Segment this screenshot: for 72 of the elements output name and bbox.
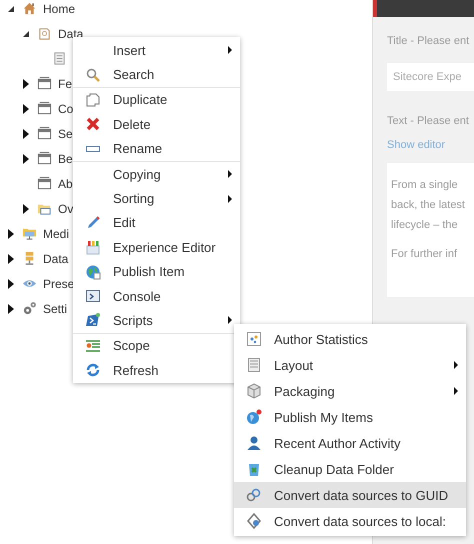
copy-icon [85,92,101,108]
window-icon [37,151,52,166]
tree-item[interactable]: Co [58,102,74,116]
document-icon [52,51,67,66]
submenu-arrow-icon [228,194,232,203]
menu-item[interactable]: Convert data sources to GUID [234,482,466,508]
expand-arrow-icon[interactable] [8,228,14,238]
window-icon [37,126,52,141]
tree-item[interactable]: Se [58,126,73,140]
menu-item[interactable]: Console [73,284,240,308]
refresh-icon [85,362,101,378]
paint-icon [85,239,101,256]
menu-item[interactable]: Cleanup Data Folder [234,456,466,482]
globe-icon [85,264,101,280]
package-icon [246,383,262,399]
window-icon [37,76,52,91]
menu-item[interactable]: Publish My Items [234,404,466,430]
menu-item[interactable]: Duplicate [73,88,240,112]
tree-item[interactable]: Prese [43,276,74,290]
user-icon [246,435,262,451]
pencil-icon [85,214,101,231]
menu-item[interactable]: Experience Editor [73,235,240,260]
expand-arrow-icon[interactable] [8,304,14,314]
script-icon [85,312,101,328]
media-folder-icon [22,226,37,241]
expand-arrow-icon[interactable] [23,128,29,138]
expand-arrow-icon[interactable] [23,154,29,164]
gears-icon [22,301,37,316]
tree-item[interactable]: Fe [58,76,72,90]
menu-item[interactable]: Edit [73,210,240,236]
menu-item[interactable]: Publish Item [73,260,240,284]
bin-icon [246,461,262,477]
field-label: Text - Please ent [387,115,470,129]
submenu-arrow-icon [454,387,458,395]
menu-item[interactable]: Rename [73,136,240,161]
window-icon [37,101,52,116]
tree-item[interactable]: Data [43,252,68,266]
expand-arrow-icon[interactable] [23,104,29,114]
expand-arrow-icon[interactable] [8,254,14,264]
collapse-arrow-icon[interactable] [23,30,29,36]
console-icon [85,288,101,304]
collapse-arrow-icon[interactable] [8,6,14,12]
menu-item[interactable]: Delete [73,112,240,137]
tree-item[interactable]: Ab [58,176,73,190]
document-icon [37,26,52,41]
menu-item[interactable]: Sorting [73,186,240,211]
globe-icon [246,409,262,425]
field-label: Title - Please ent [387,35,470,49]
paragraph-text: From a single back, the latest lifecycle – the [391,178,466,233]
tree-item[interactable]: Setti [43,302,68,316]
paragraph-text: For further inf [391,248,458,260]
window-icon [37,176,52,191]
submenu-arrow-icon [454,361,458,369]
tree-item[interactable]: Be [58,152,73,166]
menu-item[interactable]: Convert data sources to local: [234,508,466,534]
scope-icon [85,338,101,354]
expand-arrow-icon[interactable] [8,278,14,288]
tree-item[interactable]: Home [43,2,76,16]
expand-arrow-icon[interactable] [23,204,29,214]
search-icon [85,66,101,83]
tree-item[interactable]: Medi [43,226,70,240]
layout-icon [246,357,262,373]
expand-arrow-icon[interactable] [23,78,29,88]
delete-icon [85,116,101,132]
tree-item[interactable]: Ov [58,202,74,216]
submenu-arrow-icon [228,170,232,178]
chart-icon [246,331,262,347]
menu-item[interactable]: Insert [73,38,240,62]
menu-item[interactable]: Recent Author Activity [234,430,466,456]
submenu-arrow-icon [228,46,232,54]
menu-item[interactable]: Search [73,62,240,87]
menu-item[interactable]: Copying [73,162,240,186]
